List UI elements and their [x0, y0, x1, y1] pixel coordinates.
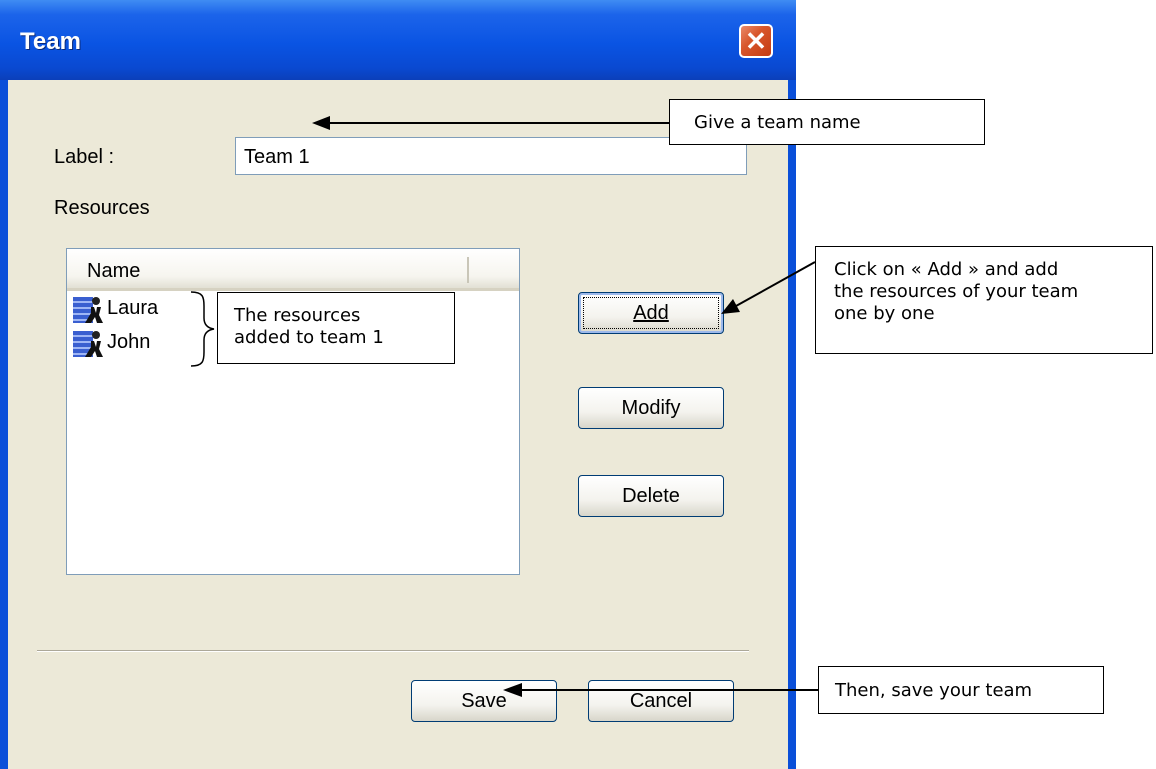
callout-resources-line2: added to team 1: [234, 327, 384, 348]
person-icon: [73, 297, 103, 323]
focus-rectangle: [583, 297, 719, 329]
save-button-label: Save: [461, 690, 507, 712]
list-header[interactable]: Name: [67, 249, 519, 291]
modify-button-label: Modify: [621, 397, 681, 419]
window-title: Team: [20, 28, 81, 55]
callout-team-name: Give a team name: [669, 99, 985, 145]
column-header-name[interactable]: Name: [87, 260, 140, 283]
separator-line: [37, 650, 749, 652]
title-bar[interactable]: Team ✕: [0, 0, 796, 80]
person-icon: [73, 331, 103, 357]
resources-caption: Resources: [54, 197, 150, 219]
callout-save-text: Then, save your team: [835, 680, 1033, 701]
cancel-button[interactable]: Cancel: [588, 680, 734, 722]
callout-save-team: Then, save your team: [818, 666, 1104, 714]
callout-add-resources: Click on « Add » and add the resources o…: [815, 246, 1153, 354]
add-button[interactable]: Add: [578, 292, 724, 334]
list-item-label: Laura: [107, 297, 159, 319]
list-item-label: John: [107, 331, 151, 353]
delete-button-label: Delete: [622, 485, 680, 507]
label-input-value: Team 1: [244, 146, 310, 168]
delete-button[interactable]: Delete: [578, 475, 724, 517]
modify-button[interactable]: Modify: [578, 387, 724, 429]
callout-add-line1: Click on « Add » and add: [834, 259, 1059, 280]
close-button[interactable]: ✕: [739, 24, 773, 58]
callout-team-name-text: Give a team name: [694, 112, 861, 133]
label-caption: Label :: [54, 146, 115, 168]
callout-resources-line1: The resources: [234, 305, 361, 326]
cancel-button-label: Cancel: [629, 690, 693, 712]
callout-resources-added: The resources added to team 1: [217, 292, 455, 364]
close-icon: ✕: [745, 26, 767, 56]
column-divider[interactable]: [467, 257, 469, 283]
save-button[interactable]: Save: [411, 680, 557, 722]
callout-add-line2: the resources of your team: [834, 281, 1079, 302]
dialog-client-area: Label : Team 1 Resources Name Laura John…: [8, 80, 788, 769]
callout-add-line3: one by one: [834, 303, 935, 324]
